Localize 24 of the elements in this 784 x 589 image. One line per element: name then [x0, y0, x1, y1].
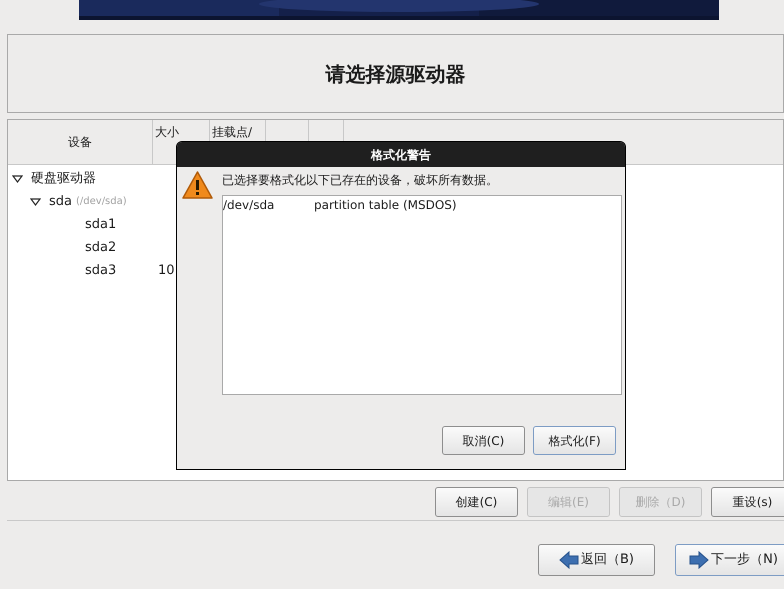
dialog-button[interactable]: 格式化(F) — [533, 426, 616, 455]
dialog-button[interactable]: 取消(C) — [442, 426, 525, 455]
collapse-arrow-icon[interactable] — [12, 174, 23, 182]
next-button[interactable]: 下一步（N) — [675, 544, 784, 576]
description-cell-text: partition table (MSDOS) — [314, 197, 457, 214]
back-button[interactable]: 返回（B) — [538, 544, 655, 576]
warning-message: 已选择要格式化以下已存在的设备，破坏所有数据。 — [222, 172, 499, 189]
warning-icon — [181, 170, 214, 200]
action-button[interactable]: 创建(C) — [435, 487, 518, 517]
size-cell-text: 10 — [158, 262, 175, 280]
collapse-arrow-icon[interactable] — [30, 198, 41, 206]
action-button[interactable]: 重设(s) — [711, 487, 784, 517]
right-arrow-icon — [689, 551, 710, 569]
column-header[interactable]: 设备 — [8, 120, 153, 164]
tree-item-label[interactable]: sda — [49, 192, 72, 212]
tree-item-label[interactable]: sda2 — [85, 238, 116, 258]
tree-item-label[interactable]: sda1 — [85, 214, 116, 234]
dialog-title: 格式化警告 — [371, 146, 431, 164]
tree-item-label[interactable]: sda3 — [85, 260, 116, 280]
left-arrow-icon — [559, 551, 579, 569]
page-title: 请选择源驱动器 — [326, 60, 466, 88]
tree-item-label[interactable]: 硬盘驱动器 — [31, 168, 96, 188]
device-path: (/dev/sda) — [76, 195, 127, 209]
device-cell-text: /dev/sda — [223, 197, 276, 214]
